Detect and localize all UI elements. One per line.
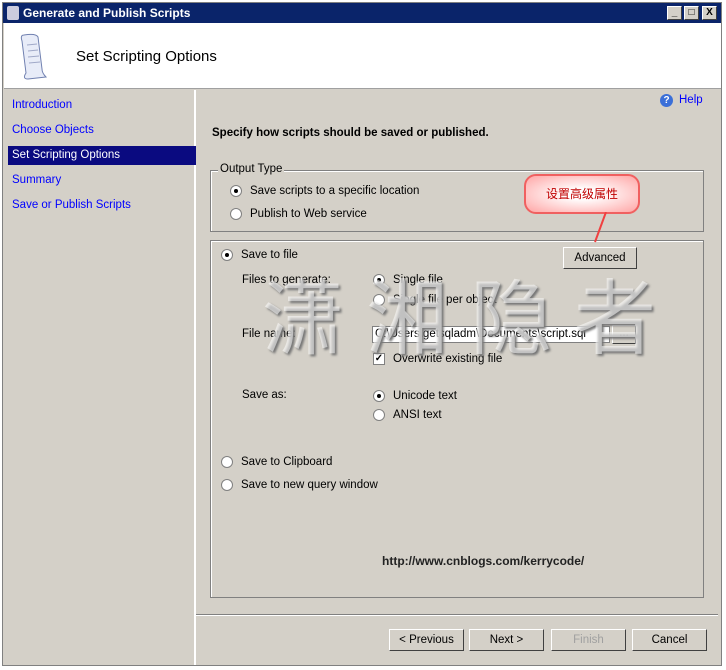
annotation-callout: 设置高级属性 <box>524 174 640 214</box>
instruction-text: Specify how scripts should be saved or p… <box>212 127 489 139</box>
checkbox-label: Overwrite existing file <box>393 353 503 365</box>
minimize-button[interactable]: _ <box>667 6 682 20</box>
unicode-text-radio[interactable]: Unicode text <box>373 390 457 402</box>
advanced-button[interactable]: Advanced <box>563 247 637 269</box>
finish-button[interactable]: Finish <box>551 629 626 651</box>
browse-button[interactable]: ... <box>612 325 636 344</box>
help-link[interactable]: ? Help <box>660 94 703 107</box>
radio-label: Save to Clipboard <box>241 456 333 468</box>
radio-label: Publish to Web service <box>250 208 367 220</box>
save-to-clipboard-radio[interactable]: Save to Clipboard <box>221 456 332 468</box>
cancel-button[interactable]: Cancel <box>632 629 707 651</box>
sidebar-item-set-scripting-options[interactable]: Set Scripting Options <box>8 146 196 165</box>
radio-label: Single file per object <box>393 294 497 306</box>
radio-label: Save to file <box>241 249 298 261</box>
single-file-radio[interactable]: Single file <box>373 274 443 286</box>
output-type-legend: Output Type <box>218 163 285 175</box>
radio-label: Unicode text <box>393 390 457 402</box>
sidebar: Introduction Choose Objects Set Scriptin… <box>4 90 196 665</box>
radio-icon <box>373 409 385 421</box>
title-bar: Generate and Publish Scripts _ □ X <box>3 3 721 23</box>
save-to-query-window-radio[interactable]: Save to new query window <box>221 479 378 491</box>
radio-label: Single file <box>393 274 443 286</box>
next-button[interactable]: Next > <box>469 629 544 651</box>
help-icon: ? <box>660 94 673 107</box>
radio-icon <box>230 208 242 220</box>
previous-button[interactable]: < Previous <box>389 629 464 651</box>
overwrite-checkbox[interactable]: ✓ Overwrite existing file <box>373 353 502 365</box>
sidebar-item-save-or-publish[interactable]: Save or Publish Scripts <box>8 196 196 215</box>
radio-selected-icon <box>373 390 385 402</box>
callout-arrow-icon <box>594 212 607 243</box>
wizard-header: Set Scripting Options <box>4 23 721 89</box>
files-to-generate-label: Files to generate: <box>242 274 331 286</box>
page-title: Set Scripting Options <box>76 48 217 65</box>
save-as-label: Save as: <box>242 389 287 401</box>
app-icon <box>7 6 19 20</box>
checkmark-icon: ✓ <box>373 353 385 365</box>
close-button[interactable]: X <box>702 6 717 20</box>
script-scroll-icon <box>20 33 48 80</box>
radio-label: ANSI text <box>393 409 442 421</box>
file-name-label: File name: <box>242 328 296 340</box>
radio-icon <box>373 294 385 306</box>
sidebar-item-choose-objects[interactable]: Choose Objects <box>8 121 196 140</box>
file-name-input[interactable]: C:\Users\getsqladm\Documents\script.sql <box>372 326 610 343</box>
maximize-button[interactable]: □ <box>684 6 699 20</box>
radio-label: Save to new query window <box>241 479 378 491</box>
radio-selected-icon <box>230 185 242 197</box>
single-file-per-object-radio[interactable]: Single file per object <box>373 294 497 306</box>
blog-url: http://www.cnblogs.com/kerrycode/ <box>382 554 585 568</box>
save-to-file-radio[interactable]: Save to file <box>221 249 298 261</box>
window-title: Generate and Publish Scripts <box>23 6 191 20</box>
radio-icon <box>221 456 233 468</box>
sidebar-item-introduction[interactable]: Introduction <box>8 96 196 115</box>
radio-selected-icon <box>373 274 385 286</box>
radio-selected-icon <box>221 249 233 261</box>
save-to-location-radio[interactable]: Save scripts to a specific location <box>230 185 419 197</box>
ansi-text-radio[interactable]: ANSI text <box>373 409 442 421</box>
publish-web-service-radio[interactable]: Publish to Web service <box>230 208 367 220</box>
help-label: Help <box>679 94 703 106</box>
radio-icon <box>221 479 233 491</box>
sidebar-item-summary[interactable]: Summary <box>8 171 196 190</box>
footer-divider <box>196 614 718 616</box>
radio-label: Save scripts to a specific location <box>250 185 420 197</box>
